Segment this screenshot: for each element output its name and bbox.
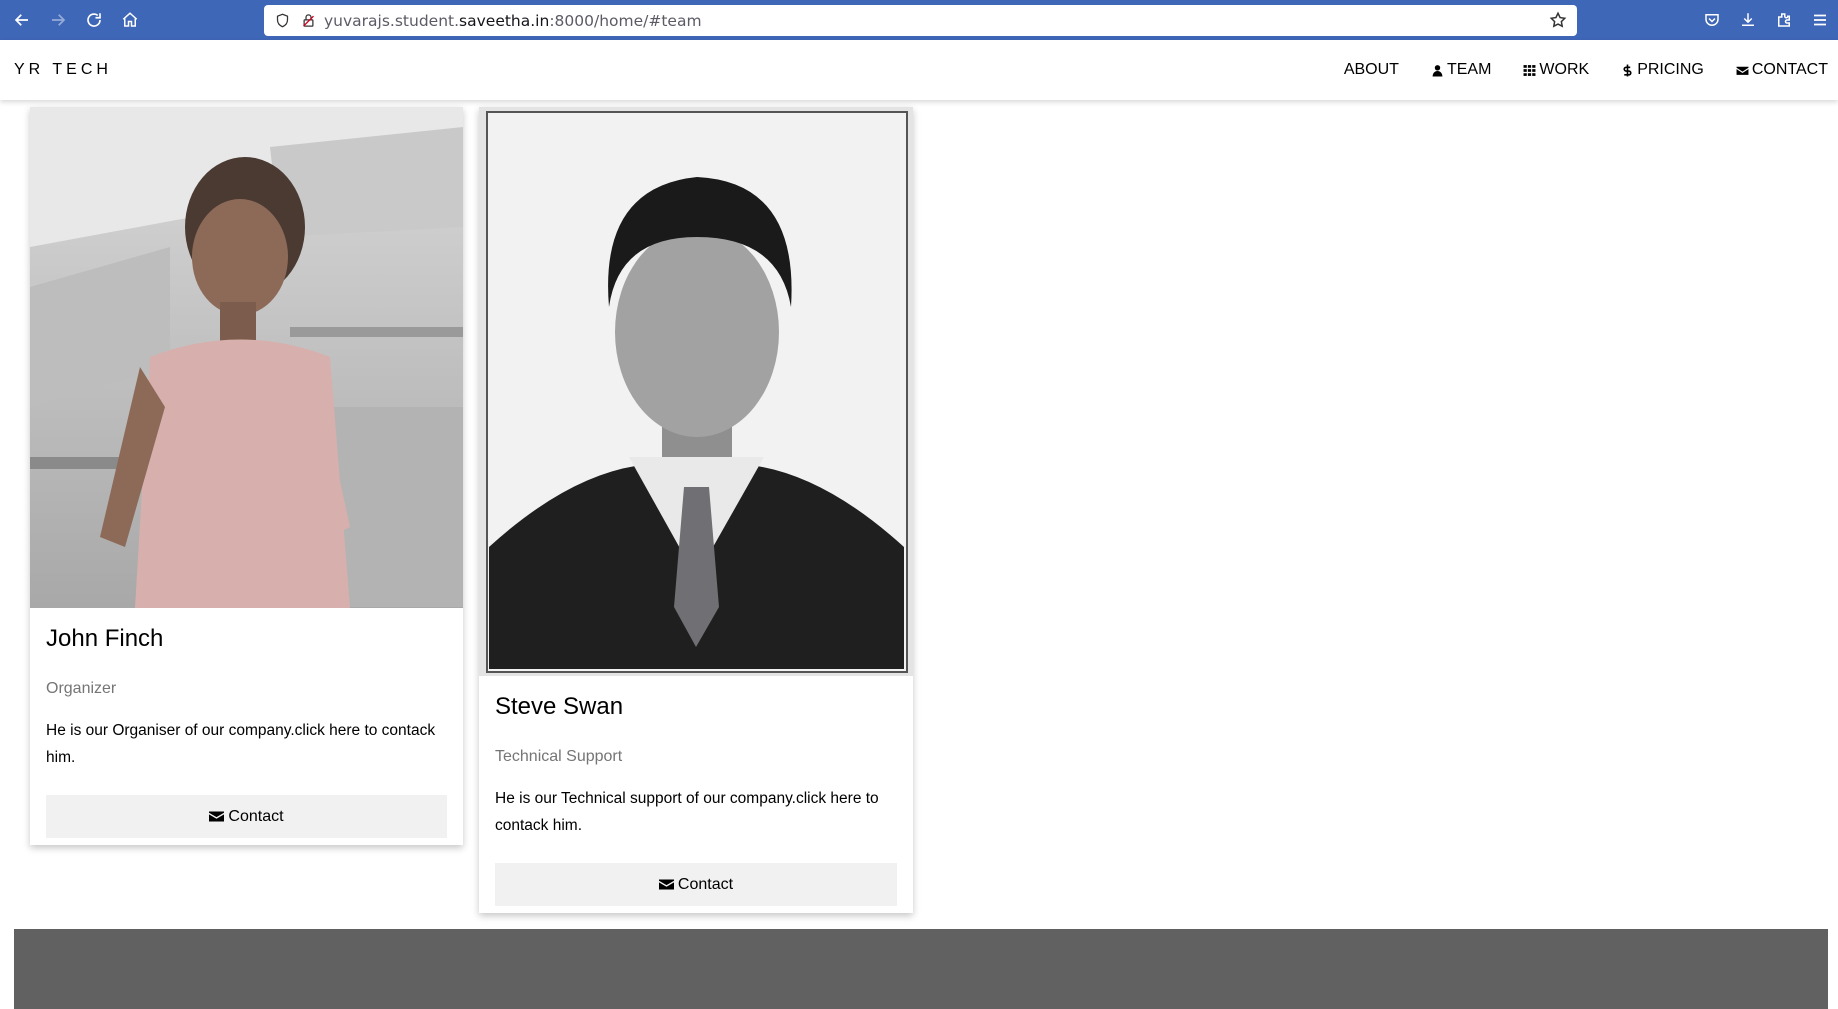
dollar-icon: [1623, 64, 1632, 76]
url-domain: saveetha.in: [459, 11, 550, 30]
team-card-john-finch: John Finch Organizer He is our Organiser…: [30, 107, 463, 845]
page-footer: [14, 929, 1828, 1009]
menu-label: ABOUT: [1343, 61, 1399, 78]
toolbar-right: [1694, 8, 1838, 32]
menu-label: PRICING: [1637, 61, 1704, 78]
envelope-icon: [658, 879, 674, 890]
home-icon[interactable]: [118, 8, 142, 32]
user-icon: [1432, 64, 1443, 76]
menu-item-work[interactable]: WORK: [1523, 61, 1589, 79]
browser-toolbar: yuvarajs.student.saveetha.in:8000/home/#…: [0, 0, 1838, 40]
card-body: Steve Swan Technical Support He is our T…: [495, 693, 897, 906]
forward-icon[interactable]: [46, 8, 70, 32]
main-menu: ABOUT TEAM WORK PRICING CONTACT: [1312, 40, 1828, 100]
shield-icon[interactable]: [274, 13, 290, 29]
team-card-steve-swan: Steve Swan Technical Support He is our T…: [479, 107, 913, 913]
menu-label: WORK: [1539, 61, 1590, 78]
address-bar[interactable]: yuvarajs.student.saveetha.in:8000/home/#…: [264, 5, 1577, 36]
download-icon[interactable]: [1730, 8, 1766, 32]
team-member-photo: [30, 107, 463, 608]
envelope-icon: [1736, 66, 1749, 75]
contact-button-label: Contact: [677, 875, 734, 893]
team-member-photo: [479, 107, 913, 676]
pocket-icon[interactable]: [1694, 8, 1730, 32]
contact-button-label: Contact: [228, 807, 284, 825]
menu-item-team[interactable]: TEAM: [1431, 61, 1491, 79]
reload-icon[interactable]: [82, 8, 106, 32]
site-logo[interactable]: YR TECH: [14, 61, 112, 79]
menu-label: CONTACT: [1751, 61, 1828, 78]
hamburger-menu-icon[interactable]: [1802, 8, 1838, 32]
lock-icon[interactable]: [300, 13, 316, 29]
url-subdomain: yuvarajs.student.: [324, 11, 460, 30]
member-role: Technical Support: [495, 748, 623, 765]
contact-button[interactable]: Contact: [495, 863, 897, 906]
menu-item-pricing[interactable]: PRICING: [1621, 61, 1704, 79]
url-path: :8000/home/#team: [549, 11, 702, 30]
member-role: Organizer: [46, 680, 117, 697]
member-name: John Finch: [46, 625, 164, 652]
card-body: John Finch Organizer He is our Organiser…: [46, 625, 447, 838]
extensions-icon[interactable]: [1766, 8, 1802, 32]
envelope-icon: [209, 811, 225, 822]
menu-item-contact[interactable]: CONTACT: [1736, 61, 1828, 79]
grid-icon: [1523, 64, 1536, 76]
member-name: Steve Swan: [495, 693, 624, 720]
contact-button[interactable]: Contact: [46, 795, 447, 838]
member-description: He is our Technical support of our compa…: [495, 790, 879, 834]
menu-item-about[interactable]: ABOUT: [1344, 61, 1399, 79]
menu-label: TEAM: [1446, 61, 1492, 78]
star-icon[interactable]: [1549, 11, 1567, 29]
site-navbar: YR TECH ABOUT TEAM WORK PRICING CONTACT: [0, 40, 1838, 100]
back-icon[interactable]: [10, 8, 34, 32]
url-text: yuvarajs.student.saveetha.in:8000/home/#…: [324, 12, 702, 30]
member-description: He is our Organiser of our company.click…: [46, 722, 436, 766]
